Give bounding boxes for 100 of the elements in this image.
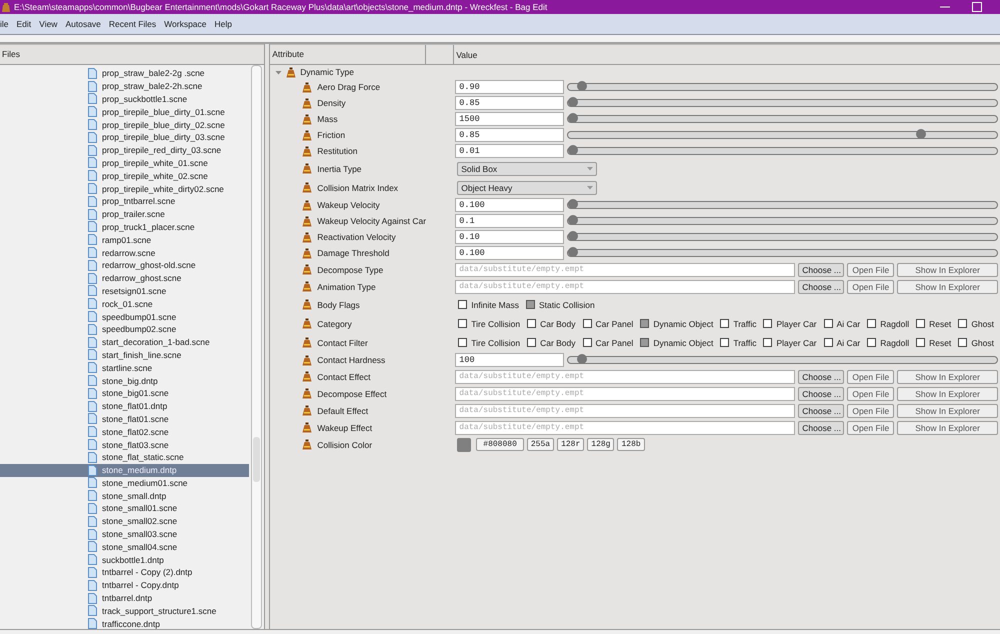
slider-thumb[interactable] (568, 199, 578, 209)
channel-field[interactable]: 128r (557, 438, 584, 451)
slider[interactable] (567, 217, 998, 225)
file-item[interactable]: stone_small03.scne (0, 528, 250, 540)
slider[interactable] (567, 131, 998, 139)
channel-field[interactable]: 128g (587, 438, 614, 451)
file-item[interactable]: stone_small.dntp (0, 489, 250, 502)
checkbox[interactable] (458, 338, 468, 347)
file-button[interactable]: Open File (847, 404, 894, 418)
file-item[interactable]: speedbump01.scne (0, 310, 250, 323)
file-item[interactable]: startline.scne (0, 361, 250, 374)
path-field[interactable]: data/substitute/empty.empt (455, 280, 796, 294)
slider-thumb[interactable] (576, 354, 587, 364)
slider-thumb[interactable] (916, 129, 926, 139)
slider-thumb[interactable] (576, 81, 587, 91)
file-button[interactable]: Show In Explorer (897, 370, 998, 384)
color-swatch[interactable] (457, 438, 472, 452)
file-button[interactable]: Show In Explorer (897, 262, 998, 276)
file-button[interactable]: Open File (847, 386, 894, 400)
checkbox[interactable] (526, 300, 535, 309)
slider-thumb[interactable] (568, 215, 578, 225)
value-field[interactable]: 0.1 (455, 214, 564, 228)
slider[interactable] (567, 147, 998, 155)
file-item[interactable]: resetsign01.scne (0, 284, 250, 298)
checkbox[interactable] (640, 319, 650, 328)
file-item[interactable]: start_finish_line.scne (0, 348, 250, 362)
file-item[interactable]: speedbump02.scne (0, 322, 250, 336)
slider-thumb[interactable] (568, 231, 578, 241)
file-item[interactable]: prop_trailer.scne (0, 208, 250, 221)
checkbox[interactable] (824, 319, 833, 328)
checkbox[interactable] (824, 338, 833, 347)
path-field[interactable]: data/substitute/empty.empt (455, 404, 796, 418)
file-item[interactable]: prop_tirepile_red_dirty_03.scne (0, 144, 250, 157)
checkbox[interactable] (958, 338, 968, 347)
file-button[interactable]: Choose ... (798, 386, 844, 400)
path-field[interactable]: data/substitute/empty.empt (455, 420, 796, 434)
file-item[interactable]: tntbarrel.dntp (0, 592, 250, 604)
file-button[interactable]: Open File (847, 280, 894, 294)
value-field[interactable]: 0.85 (455, 96, 564, 110)
checkbox[interactable] (458, 300, 468, 309)
file-button[interactable]: Show In Explorer (897, 404, 998, 418)
file-button[interactable]: Choose ... (798, 280, 844, 294)
value-field[interactable]: 100 (455, 353, 564, 367)
file-item[interactable]: stone_big.dntp (0, 374, 250, 387)
slider-thumb[interactable] (568, 247, 578, 257)
file-item[interactable]: prop_tirepile_blue_dirty_01.scne (0, 105, 250, 118)
file-item[interactable]: prop_truck1_placer.scne (0, 220, 250, 234)
checkbox[interactable] (527, 319, 536, 328)
checkbox[interactable] (720, 319, 730, 328)
path-field[interactable]: data/substitute/empty.empt (455, 262, 796, 276)
value-field[interactable]: 1500 (455, 112, 564, 126)
file-item[interactable]: track_support_structure1.scne (0, 604, 250, 618)
value-field[interactable]: 0.01 (455, 144, 564, 158)
file-item[interactable]: stone_medium.dntp (0, 464, 250, 476)
checkbox[interactable] (916, 319, 926, 328)
file-item[interactable]: stone_small04.scne (0, 540, 250, 554)
file-button[interactable]: Choose ... (798, 370, 844, 384)
file-button[interactable]: Show In Explorer (897, 280, 998, 294)
file-item[interactable]: stone_small02.scne (0, 514, 250, 528)
file-item[interactable]: suckbottle1.dntp (0, 553, 250, 566)
file-item[interactable]: start_decoration_1-bad.scne (0, 336, 250, 349)
value-field[interactable]: 0.90 (455, 80, 564, 94)
file-item[interactable]: stone_small01.scne (0, 502, 250, 515)
slider[interactable] (567, 99, 998, 107)
checkbox[interactable] (763, 338, 772, 347)
file-item[interactable]: stone_flat_static.scne (0, 450, 250, 464)
file-button[interactable]: Choose ... (798, 262, 844, 276)
slider-thumb[interactable] (568, 97, 578, 107)
file-item[interactable]: stone_flat02.scne (0, 425, 250, 438)
hex-field[interactable]: #808080 (476, 438, 524, 451)
value-field[interactable]: 0.10 (455, 230, 564, 244)
checkbox[interactable] (582, 338, 592, 347)
checkbox[interactable] (640, 338, 650, 347)
path-field[interactable]: data/substitute/empty.empt (455, 386, 796, 400)
value-field[interactable]: 0.100 (455, 246, 564, 260)
slider[interactable] (567, 201, 998, 209)
scrollbar[interactable] (251, 65, 262, 629)
file-item[interactable]: tntbarrel - Copy (2).dntp (0, 566, 250, 579)
menu-item[interactable]: View (39, 19, 58, 29)
menu-item[interactable]: Edit (16, 19, 32, 29)
path-field[interactable]: data/substitute/empty.empt (455, 370, 796, 384)
file-item[interactable]: stone_flat01.dntp (0, 400, 250, 413)
file-item[interactable]: prop_tirepile_blue_dirty_02.scne (0, 118, 250, 131)
checkbox[interactable] (527, 338, 536, 347)
slider-thumb[interactable] (568, 145, 578, 155)
checkbox[interactable] (720, 338, 730, 347)
file-item[interactable]: rock_01.scne (0, 297, 250, 310)
channel-field[interactable]: 255a (526, 438, 554, 451)
file-item[interactable]: stone_flat01.scne (0, 412, 250, 426)
file-item[interactable]: stone_medium01.scne (0, 476, 250, 490)
file-button[interactable]: Open File (847, 262, 894, 276)
file-item[interactable]: ramp01.scne (0, 233, 250, 246)
file-item[interactable]: prop_tntbarrel.scne (0, 194, 250, 208)
checkbox[interactable] (763, 319, 772, 328)
menu-item[interactable]: Workspace (164, 19, 207, 29)
menu-item[interactable]: Help (214, 19, 232, 29)
expand-arrow-icon[interactable] (275, 68, 282, 76)
file-button[interactable]: Choose ... (798, 404, 844, 418)
menu-item[interactable]: Autosave (65, 19, 101, 29)
file-button[interactable]: Choose ... (798, 420, 844, 434)
